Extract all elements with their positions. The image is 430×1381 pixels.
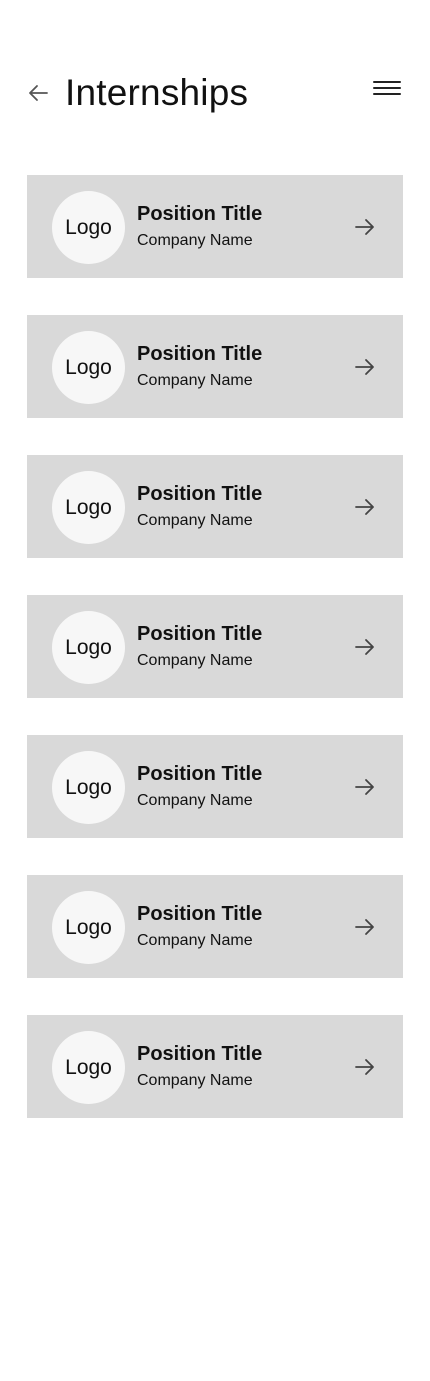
internship-card[interactable]: Logo Position Title Company Name [27, 315, 403, 418]
internship-card[interactable]: Logo Position Title Company Name [27, 455, 403, 558]
arrow-right-icon[interactable] [353, 635, 377, 659]
position-title: Position Title [137, 483, 263, 505]
arrow-right-icon[interactable] [353, 355, 377, 379]
position-title: Position Title [137, 903, 263, 925]
company-logo: Logo [52, 611, 125, 684]
page-title: Internships [65, 72, 249, 113]
card-text: Position Title Company Name [137, 762, 262, 810]
arrow-right-icon[interactable] [353, 915, 377, 939]
card-text: Position Title Company Name [137, 622, 262, 670]
company-name: Company Name [137, 792, 253, 809]
arrow-right-icon[interactable] [353, 1055, 377, 1079]
position-title: Position Title [137, 203, 263, 225]
arrow-right-icon[interactable] [353, 215, 377, 239]
company-name: Company Name [137, 232, 253, 249]
company-name: Company Name [137, 512, 253, 529]
card-text: Position Title Company Name [137, 1042, 262, 1090]
company-logo: Logo [52, 1031, 125, 1104]
position-title: Position Title [137, 763, 263, 785]
position-title: Position Title [137, 623, 263, 645]
card-text: Position Title Company Name [137, 202, 262, 250]
company-logo: Logo [52, 471, 125, 544]
back-button[interactable] [24, 80, 52, 106]
company-name: Company Name [137, 372, 253, 389]
position-title: Position Title [137, 1043, 263, 1065]
company-logo: Logo [52, 331, 125, 404]
internship-card[interactable]: Logo Position Title Company Name [27, 175, 403, 278]
company-name: Company Name [137, 1072, 253, 1089]
arrow-right-icon[interactable] [353, 495, 377, 519]
company-logo: Logo [52, 191, 125, 264]
internship-card[interactable]: Logo Position Title Company Name [27, 735, 403, 838]
company-name: Company Name [137, 652, 253, 669]
menu-button[interactable] [370, 74, 404, 104]
position-title: Position Title [137, 343, 263, 365]
internship-card[interactable]: Logo Position Title Company Name [27, 1015, 403, 1118]
hamburger-menu-icon [373, 81, 401, 95]
company-logo: Logo [52, 891, 125, 964]
card-text: Position Title Company Name [137, 482, 262, 530]
card-text: Position Title Company Name [137, 902, 262, 950]
arrow-right-icon[interactable] [353, 775, 377, 799]
arrow-left-icon [29, 85, 48, 101]
company-name: Company Name [137, 932, 253, 949]
company-logo: Logo [52, 751, 125, 824]
card-text: Position Title Company Name [137, 342, 262, 390]
internship-card[interactable]: Logo Position Title Company Name [27, 595, 403, 698]
internship-list: Logo Position Title Company Name Logo Po… [27, 175, 403, 1155]
internship-card[interactable]: Logo Position Title Company Name [27, 875, 403, 978]
